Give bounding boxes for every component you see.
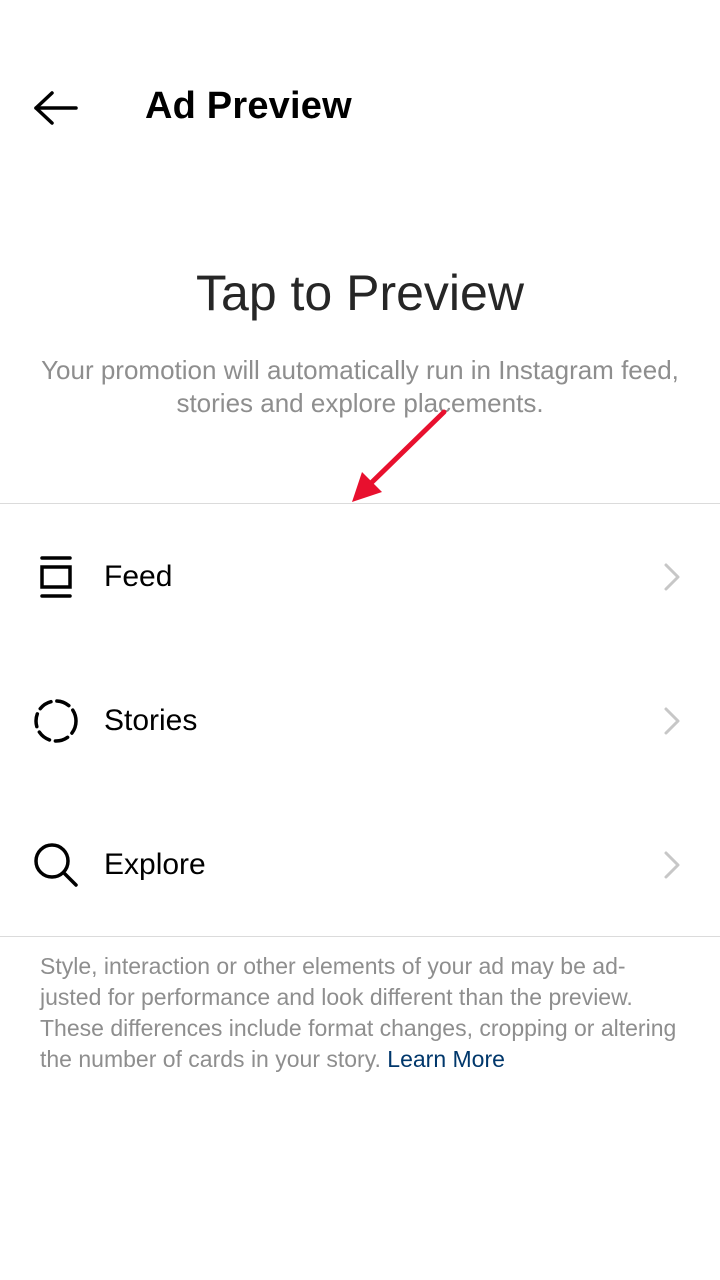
page-title: Ad Preview	[145, 85, 352, 127]
placement-row-feed[interactable]: Feed	[0, 505, 720, 649]
stories-icon	[28, 693, 84, 749]
annotation-arrow-icon	[352, 409, 447, 502]
learn-more-link[interactable]: Learn More	[387, 1046, 505, 1072]
chevron-right-icon	[660, 560, 684, 594]
disclaimer-text: Style, interaction or other elements of …	[40, 953, 677, 1072]
chevron-right-icon	[660, 704, 684, 738]
intro-title: Tap to Preview	[196, 265, 524, 321]
disclaimer-note: Style, interaction or other elements of …	[40, 951, 680, 1075]
feed-icon	[28, 549, 84, 605]
bottom-divider	[0, 936, 720, 937]
top-divider	[0, 503, 720, 504]
placement-row-stories[interactable]: Stories	[0, 649, 720, 793]
placement-label: Stories	[104, 704, 198, 737]
placement-label: Explore	[104, 848, 206, 881]
placement-row-explore[interactable]: Explore	[0, 793, 720, 937]
back-button[interactable]	[24, 80, 88, 136]
chevron-right-icon	[660, 848, 684, 882]
header: Ad Preview	[0, 0, 720, 210]
ad-preview-screen: Ad Preview Tap to Preview Your promotion…	[0, 0, 720, 1280]
search-icon	[28, 837, 84, 893]
placement-label: Feed	[104, 560, 173, 593]
arrow-left-icon	[34, 91, 78, 125]
